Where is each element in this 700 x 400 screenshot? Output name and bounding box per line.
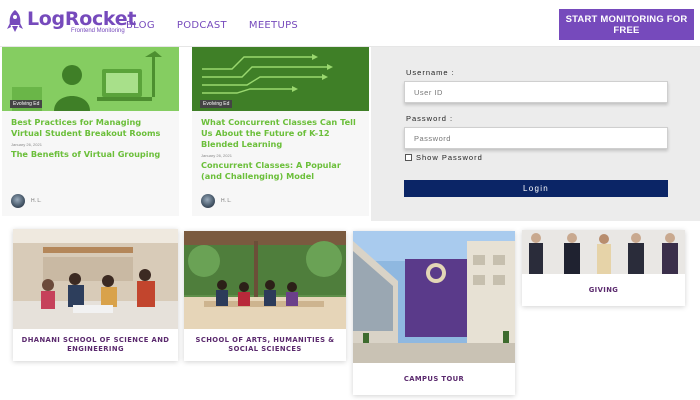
- tile-label[interactable]: GIVING: [522, 274, 685, 306]
- password-label: Password :: [406, 114, 454, 123]
- tile-label[interactable]: CAMPUS TOUR: [353, 363, 515, 395]
- rocket-logo-icon: [7, 10, 23, 32]
- blog-card[interactable]: Evolving Ed Best Practices for Managing …: [2, 47, 179, 216]
- logo[interactable]: LogRocket Frontend Monitoring: [7, 9, 136, 34]
- blog-title[interactable]: Best Practices for Managing Virtual Stud…: [11, 117, 170, 139]
- campus-building-photo: [353, 231, 515, 363]
- avatar: [11, 194, 25, 208]
- school-tile[interactable]: DHANANI SCHOOL OF SCIENCE AND ENGINEERIN…: [13, 229, 178, 361]
- students-outdoors-photo: [184, 231, 346, 329]
- login-button[interactable]: Login: [404, 180, 668, 197]
- blog-card[interactable]: Evolving Ed What Concurrent Classes Can …: [192, 47, 369, 216]
- username-input[interactable]: [404, 81, 668, 103]
- logo-text: LogRocket Frontend Monitoring: [27, 9, 136, 34]
- tile-label[interactable]: DHANANI SCHOOL OF SCIENCE AND ENGINEERIN…: [13, 329, 178, 361]
- password-input[interactable]: [404, 127, 668, 149]
- nav-meetups[interactable]: MEETUPS: [249, 20, 298, 31]
- lab-students-photo: [13, 229, 178, 329]
- author-name: H. L.: [221, 198, 232, 204]
- blog-card-image: Evolving Ed: [2, 47, 179, 111]
- site-header: LogRocket Frontend Monitoring BLOG PODCA…: [0, 0, 700, 47]
- tile-image: [522, 230, 685, 274]
- nav-blog[interactable]: BLOG: [126, 20, 155, 31]
- blog-card-image: Evolving Ed: [192, 47, 369, 111]
- tile-image: [353, 231, 515, 363]
- show-password-checkbox[interactable]: [405, 154, 412, 161]
- avatar: [201, 194, 215, 208]
- blog-date: January 26, 2021: [201, 153, 232, 158]
- category-tag[interactable]: Evolving Ed: [200, 100, 233, 108]
- blog-card-body: What Concurrent Classes Can Tell Us Abou…: [192, 111, 369, 182]
- campus-tile[interactable]: CAMPUS TOUR: [353, 231, 515, 395]
- logo-name: LogRocket: [27, 8, 137, 30]
- show-password-label: Show Password: [416, 153, 483, 162]
- start-monitoring-button[interactable]: START MONITORING FOR FREE: [559, 9, 694, 40]
- show-password-toggle[interactable]: Show Password: [405, 153, 483, 162]
- related-article-link[interactable]: Concurrent Classes: A Popular (and Chall…: [201, 160, 360, 182]
- author: H. L.: [201, 194, 232, 208]
- author: H. L.: [11, 194, 42, 208]
- related-article-link[interactable]: The Benefits of Virtual Grouping: [11, 149, 170, 160]
- tile-image: [13, 229, 178, 329]
- blog-title[interactable]: What Concurrent Classes Can Tell Us Abou…: [201, 117, 360, 150]
- nav-podcast[interactable]: PODCAST: [177, 20, 227, 31]
- tile-label[interactable]: SCHOOL OF ARTS, HUMANITIES & SOCIAL SCIE…: [184, 329, 346, 361]
- donors-group-photo: [522, 230, 685, 274]
- blog-card-body: Best Practices for Managing Virtual Stud…: [2, 111, 179, 160]
- blog-date: January 26, 2021: [11, 142, 42, 147]
- author-name: H. L.: [31, 198, 42, 204]
- tile-image: [184, 231, 346, 329]
- category-tag[interactable]: Evolving Ed: [10, 100, 43, 108]
- main-nav: BLOG PODCAST MEETUPS: [126, 20, 298, 31]
- school-tile[interactable]: SCHOOL OF ARTS, HUMANITIES & SOCIAL SCIE…: [184, 231, 346, 361]
- giving-tile[interactable]: GIVING: [522, 230, 685, 306]
- username-label: Username :: [406, 68, 455, 77]
- login-panel: Username : Password : Show Password Logi…: [371, 47, 700, 221]
